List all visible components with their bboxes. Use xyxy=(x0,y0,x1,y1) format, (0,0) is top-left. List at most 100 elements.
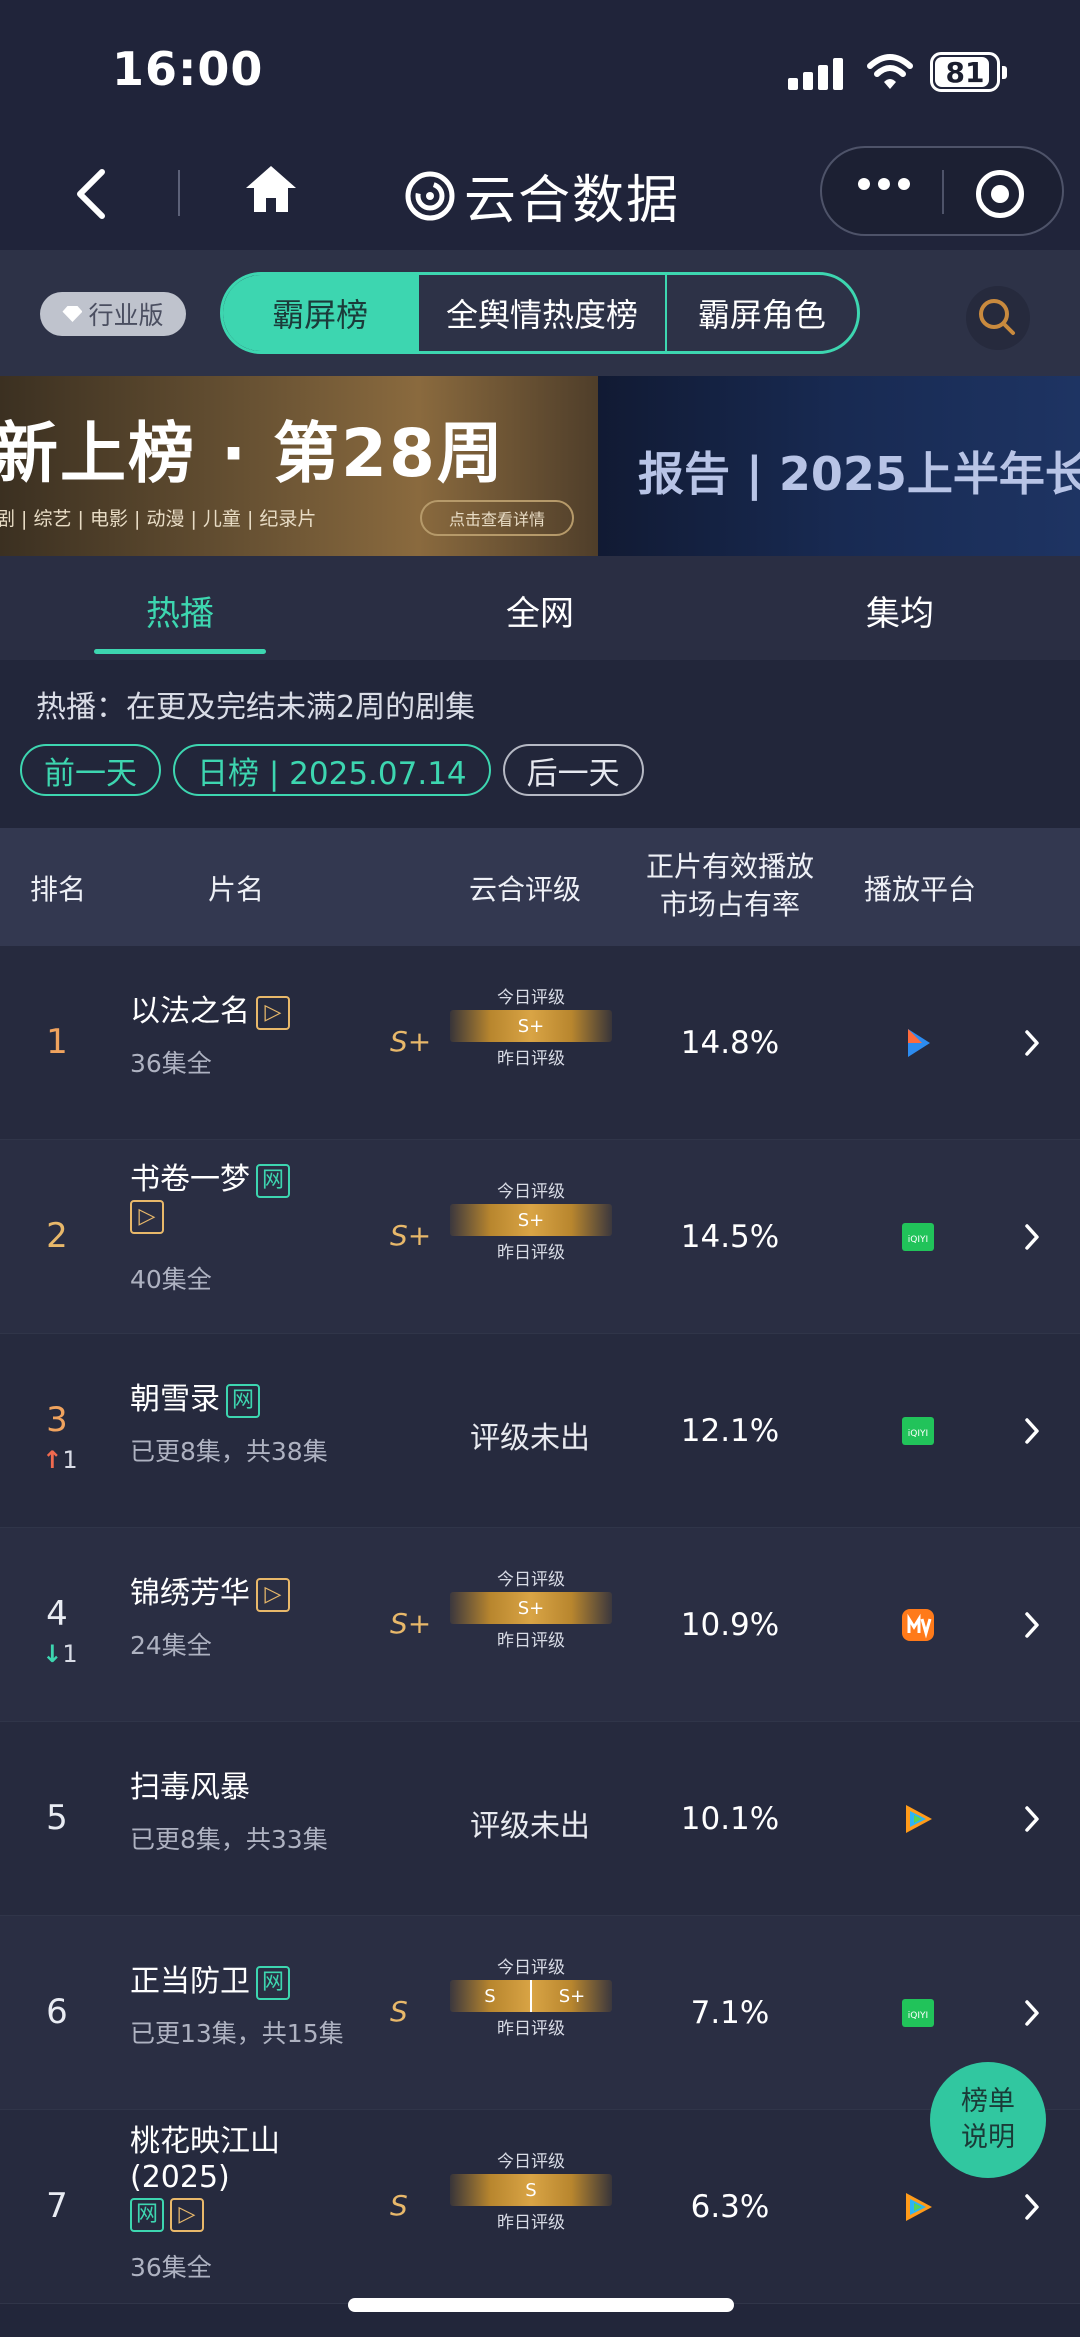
home-icon[interactable] xyxy=(244,164,298,214)
app-title: 云合数据 xyxy=(464,171,681,231)
table-row[interactable]: 3 ↑1 朝雪录网已更8集，共38集 评级未出 12.1% iQIYI xyxy=(0,1334,1080,1528)
list-explanation-button[interactable]: 榜单 说明 xyxy=(930,2062,1046,2178)
rating-bar: S S+ xyxy=(450,1980,612,2012)
episode-info: 已更13集，共15集 xyxy=(130,2019,344,2048)
chevron-right-icon[interactable] xyxy=(1024,1611,1040,1643)
mgtv-platform-icon xyxy=(900,1607,936,1643)
web-drama-tag: 网 xyxy=(256,1163,290,1198)
episode-info: 已更8集，共38集 xyxy=(130,1437,328,1466)
tab-all-network[interactable]: 全网 xyxy=(360,556,720,660)
chevron-right-icon[interactable] xyxy=(1024,1029,1040,1061)
rank-change: ↓1 xyxy=(30,1640,90,1668)
rank-number: 2 xyxy=(46,1216,68,1256)
wifi-icon xyxy=(867,54,913,89)
banner-report[interactable]: 报告 | 2025上半年长 xyxy=(598,376,1080,556)
chevron-right-icon[interactable] xyxy=(1024,1999,1040,2031)
bar-grade: S xyxy=(525,2179,537,2201)
date-navigation: 前一天 日榜 | 2025.07.14 后一天 xyxy=(20,744,644,796)
yesterday-grade: S xyxy=(484,1985,496,2007)
search-icon[interactable] xyxy=(966,286,1030,350)
show-title-text: 桃花映江山 xyxy=(130,2124,280,2159)
show-title[interactable]: 书卷一梦网 ▷ xyxy=(130,1162,290,1234)
today-rating-label: 今日评级 xyxy=(497,988,565,1008)
back-icon[interactable] xyxy=(72,168,112,220)
show-title[interactable]: 桃花映江山 (2025) 网 ▷ xyxy=(130,2124,280,2232)
chevron-right-icon[interactable] xyxy=(1024,1223,1040,1255)
rating-bar: S xyxy=(450,2174,612,2206)
episode-info: 24集全 xyxy=(130,1631,212,1660)
rating-compare: 今日评级 S+ 昨日评级 xyxy=(450,1565,612,1651)
today-grade: S+ xyxy=(558,1985,586,2007)
segment-quanyuqing[interactable]: 全舆情热度榜 xyxy=(417,275,665,351)
table-row[interactable]: 7 桃花映江山 (2025) 网 ▷ 36集全 S 今日评级 S 昨日评级 6.3% xyxy=(0,2110,1080,2304)
tab-per-episode[interactable]: 集均 xyxy=(720,556,1080,660)
show-title[interactable]: 锦绣芳华 ▷ xyxy=(130,1576,290,1612)
tencent-platform-icon xyxy=(900,2189,936,2225)
yesterday-rating-label: 昨日评级 xyxy=(497,2213,565,2233)
miniprogram-capsule xyxy=(820,146,1064,236)
ranking-type-segment: 霸屏榜 全舆情热度榜 霸屏角色 xyxy=(220,272,860,354)
show-title-text: 以法之名 xyxy=(130,994,250,1029)
rating-compare: 今日评级 S+ 昨日评级 xyxy=(450,1177,612,1263)
yesterday-rating-label: 昨日评级 xyxy=(497,1631,565,1651)
banner-left-subtitle: 剧 | 综艺 | 电影 | 动漫 | 儿童 | 纪录片 xyxy=(0,508,317,530)
market-share: 12.1% xyxy=(680,1413,780,1449)
rank-number: 1 xyxy=(46,1022,68,1062)
rank-change-value: 1 xyxy=(62,1640,78,1668)
yesterday-rating-label: 昨日评级 xyxy=(497,1243,565,1263)
industry-edition-badge[interactable]: 行业版 xyxy=(40,292,186,336)
table-row[interactable]: 5 扫毒风暴 已更8集，共33集 评级未出 10.1% xyxy=(0,1722,1080,1916)
bar-grade: S+ xyxy=(517,1015,545,1037)
close-miniprogram-icon[interactable] xyxy=(976,170,1024,218)
show-title[interactable]: 朝雪录网 xyxy=(130,1382,260,1418)
table-row[interactable]: 6 正当防卫网已更13集，共15集 S 今日评级 S S+ 昨日评级 7.1% iQIYI xyxy=(0,1916,1080,2110)
category-row: 行业版 霸屏榜 全舆情热度榜 霸屏角色 xyxy=(0,250,1080,376)
rank-number: 4 xyxy=(46,1594,68,1634)
bar-grade: S+ xyxy=(517,1597,545,1619)
table-row[interactable]: 2 书卷一梦网 ▷ 40集全 S+ 今日评级 S+ 昨日评级 14.5% iQIYI xyxy=(0,1140,1080,1334)
rank-change-value: 1 xyxy=(62,1446,78,1474)
youku-platform-icon xyxy=(900,1025,936,1061)
svg-text:iQIYI: iQIYI xyxy=(908,2011,928,2021)
more-icon[interactable] xyxy=(858,178,910,190)
date-selector[interactable]: 日榜 | 2025.07.14 xyxy=(173,744,491,796)
vip-play-tag-icon: ▷ xyxy=(256,1577,290,1612)
prev-day-button[interactable]: 前一天 xyxy=(20,744,161,796)
show-title[interactable]: 正当防卫网 xyxy=(130,1964,290,2000)
rating-grade: S xyxy=(390,2189,408,2222)
diamond-icon xyxy=(62,306,83,322)
arrow-down-icon: ↓ xyxy=(42,1640,63,1668)
header-title: 片名 xyxy=(207,873,264,906)
chevron-right-icon[interactable] xyxy=(1024,1805,1040,1837)
rating-compare: 今日评级 S+ 昨日评级 xyxy=(450,983,612,1069)
show-title[interactable]: 以法之名 ▷ xyxy=(130,994,290,1030)
show-title[interactable]: 扫毒风暴 xyxy=(130,1770,250,1806)
rating-bar: S+ xyxy=(450,1010,612,1042)
segment-bapingjuese[interactable]: 霸屏角色 xyxy=(664,275,857,351)
header-share-line1: 正片有效播放 xyxy=(645,850,814,883)
next-day-button[interactable]: 后一天 xyxy=(502,744,644,796)
show-title-text: 书卷一梦 xyxy=(130,1162,250,1197)
banner-new-on-list[interactable]: 新上榜 · 第28周 剧 | 综艺 | 电影 | 动漫 | 儿童 | 纪录片 点… xyxy=(0,376,598,556)
rating-grade: S+ xyxy=(390,1607,432,1640)
segment-bapingbang[interactable]: 霸屏榜 xyxy=(223,275,418,351)
app-brand: 云合数据 xyxy=(404,158,680,233)
promo-banner[interactable]: 新上榜 · 第28周 剧 | 综艺 | 电影 | 动漫 | 儿童 | 纪录片 点… xyxy=(0,376,1080,556)
yesterday-rating-label: 昨日评级 xyxy=(497,2019,565,2039)
table-row[interactable]: 4 ↓1 锦绣芳华 ▷ 24集全 S+ 今日评级 S+ 昨日评级 10.9% xyxy=(0,1528,1080,1722)
episode-info: 已更8集，共33集 xyxy=(130,1825,328,1854)
episode-info: 36集全 xyxy=(130,1049,212,1078)
banner-detail-button[interactable]: 点击查看详情 xyxy=(420,500,574,536)
signal-icon xyxy=(788,58,846,90)
table-row[interactable]: 1 以法之名 ▷ 36集全 S+ 今日评级 S+ 昨日评级 14.8% xyxy=(0,946,1080,1140)
header-platform: 播放平台 xyxy=(863,873,976,906)
vip-play-tag-icon: ▷ xyxy=(256,995,290,1030)
rank-number: 3 xyxy=(46,1400,68,1440)
rating-compare: 今日评级 S 昨日评级 xyxy=(450,2147,612,2233)
chevron-right-icon[interactable] xyxy=(1024,1417,1040,1449)
tab-hot[interactable]: 热播 xyxy=(0,556,360,660)
web-drama-tag: 网 xyxy=(130,2197,164,2232)
chevron-right-icon[interactable] xyxy=(1024,2193,1040,2225)
iqiyi-platform-icon: iQIYI xyxy=(900,1995,936,2031)
episode-info: 40集全 xyxy=(130,1265,212,1294)
